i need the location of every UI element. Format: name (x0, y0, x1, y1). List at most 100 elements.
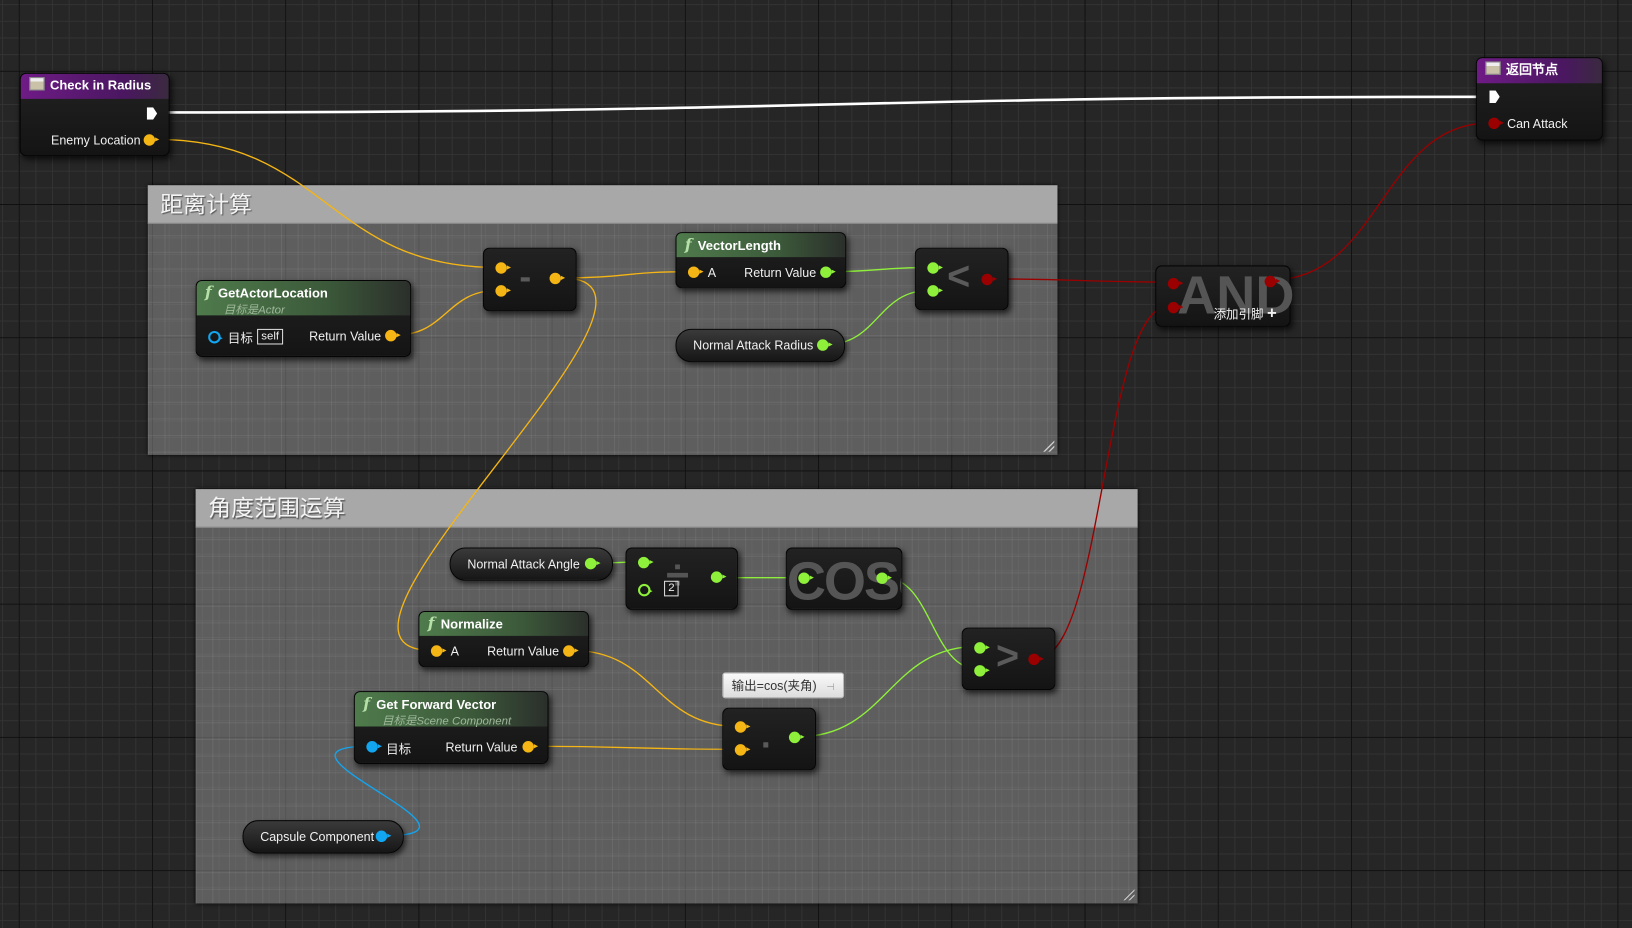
target-pin[interactable] (208, 330, 223, 344)
subtract-node[interactable]: - (482, 247, 577, 312)
input-pin[interactable] (798, 572, 814, 584)
node-comment-bubble[interactable]: 输出=cos(夹角) ⊣ (722, 672, 844, 699)
exec-out-pin[interactable] (146, 107, 158, 120)
node-subtitle: 目标是Actor (223, 303, 285, 317)
wire[interactable] (156, 138, 498, 269)
node-title: Normalize (440, 617, 503, 632)
value-pin[interactable] (375, 830, 392, 843)
return-value-pin[interactable] (522, 741, 539, 753)
add-pin-button[interactable]: 添加引脚 + (1214, 305, 1277, 324)
operator-symbol: · (760, 725, 773, 765)
value-pin[interactable] (584, 557, 601, 570)
return-value-pin[interactable] (563, 645, 579, 657)
output-pin[interactable] (876, 572, 892, 584)
enemy-location-pin[interactable] (143, 134, 160, 146)
operator-symbol: < (947, 254, 971, 299)
pin-label: 目标 (386, 742, 412, 757)
return-node[interactable]: 返回节点 Can Attack (1475, 57, 1603, 141)
normal-attack-angle-getter[interactable]: Normal Attack Angle (449, 547, 614, 581)
function-entry-icon (29, 77, 45, 91)
wire[interactable] (1037, 305, 1169, 659)
input-a-pin[interactable] (495, 262, 512, 274)
divisor-value-input[interactable]: 2 (664, 580, 679, 597)
function-icon: f (363, 694, 370, 713)
wire[interactable] (1271, 122, 1491, 281)
event-node-check-in-radius[interactable]: Check in Radius Enemy Location (19, 72, 170, 157)
wire[interactable] (531, 745, 738, 751)
input-b-pin[interactable] (495, 285, 512, 297)
normalize-node[interactable]: f Normalize A Return Value (418, 610, 590, 668)
less-than-node[interactable]: < (914, 247, 1009, 311)
wire[interactable] (572, 649, 738, 728)
function-icon: f (427, 614, 435, 633)
input-b-pin[interactable] (927, 285, 943, 297)
output-pin[interactable] (1264, 275, 1281, 288)
function-icon: f (205, 283, 212, 302)
can-attack-pin[interactable] (1488, 117, 1504, 130)
get-actor-location-node[interactable]: f GetActorLocation 目标是Actor 目标 self Return… (195, 279, 412, 357)
return-value-pin[interactable] (385, 329, 401, 342)
pin-label: Can Attack (1507, 116, 1568, 132)
wire[interactable] (562, 270, 690, 279)
wires (156, 95, 1491, 837)
variable-label: Normal Attack Angle (467, 556, 580, 572)
exec-wire[interactable] (161, 95, 1489, 114)
output-pin[interactable] (710, 571, 727, 583)
output-pin[interactable] (981, 273, 998, 286)
pin-label: Return Value (309, 328, 382, 344)
variable-label: Normal Attack Radius (693, 338, 814, 353)
get-forward-vector-node[interactable]: f Get Forward Vector 目标是Scene Component 目标… (353, 691, 549, 764)
blueprint-graph-canvas[interactable]: 距离计算 角度范围运算 Check in Radius Enemy Locati… (0, 0, 1632, 928)
vector-length-node[interactable]: f VectorLength A Return Value (675, 232, 847, 289)
comment-text: 输出=cos(夹角) (731, 678, 817, 694)
input-b-pin[interactable] (974, 665, 990, 677)
pin-label: Return Value (744, 265, 817, 280)
input-a-pin[interactable] (927, 262, 943, 274)
output-pin[interactable] (549, 272, 566, 285)
pin-label: A (707, 265, 717, 280)
normal-attack-radius-getter[interactable]: Normal Attack Radius (675, 328, 846, 363)
cosd-node[interactable]: COSd (785, 547, 903, 610)
wire[interactable] (990, 278, 1169, 283)
pin-label: Return Value (445, 740, 518, 755)
pin-comment-icon[interactable]: ⊣ (826, 682, 834, 692)
output-pin[interactable] (1028, 653, 1044, 666)
dot-product-node[interactable]: · (722, 707, 816, 771)
operator-symbol: - (519, 257, 532, 297)
input-b-pin[interactable] (1167, 301, 1184, 314)
input-a-pin[interactable] (638, 556, 654, 569)
input-a-pin[interactable] (1167, 277, 1184, 290)
and-node[interactable]: AND 添加引脚 + (1155, 265, 1294, 327)
input-a-pin[interactable] (734, 721, 751, 733)
divide-node[interactable]: ÷ 2 (625, 547, 738, 610)
wire[interactable] (397, 277, 597, 652)
capsule-component-getter[interactable]: Capsule Component (242, 820, 404, 854)
pin-label: A (450, 644, 460, 659)
return-value-pin[interactable] (820, 266, 836, 278)
pin-label: Enemy Location (50, 133, 141, 148)
input-a-pin[interactable] (430, 645, 447, 657)
exec-in-pin[interactable] (1489, 90, 1500, 104)
value-pin[interactable] (817, 339, 833, 351)
add-pin-label: 添加引脚 (1213, 307, 1264, 322)
node-title: 返回节点 (1506, 62, 1559, 78)
pin-label: Return Value (487, 644, 560, 659)
target-pin[interactable] (366, 741, 382, 753)
input-b-pin[interactable] (638, 583, 653, 597)
input-b-pin[interactable] (734, 744, 751, 756)
operator-symbol: > (996, 634, 1020, 679)
return-node-icon (1485, 61, 1501, 75)
function-icon: f (684, 235, 692, 254)
greater-than-node[interactable]: > (961, 627, 1056, 691)
node-title: Get Forward Vector (376, 697, 497, 712)
output-pin[interactable] (788, 731, 805, 744)
input-a-pin[interactable] (974, 642, 990, 654)
target-default-value[interactable]: self (257, 328, 284, 345)
variable-label: Capsule Component (260, 829, 375, 845)
node-subtitle: 目标是Scene Component (381, 715, 512, 728)
node-title: Check in Radius (49, 78, 152, 93)
input-a-pin[interactable] (687, 266, 704, 278)
plus-icon: + (1267, 304, 1277, 323)
node-title: VectorLength (697, 238, 781, 253)
pin-label: 目标 (227, 330, 253, 346)
